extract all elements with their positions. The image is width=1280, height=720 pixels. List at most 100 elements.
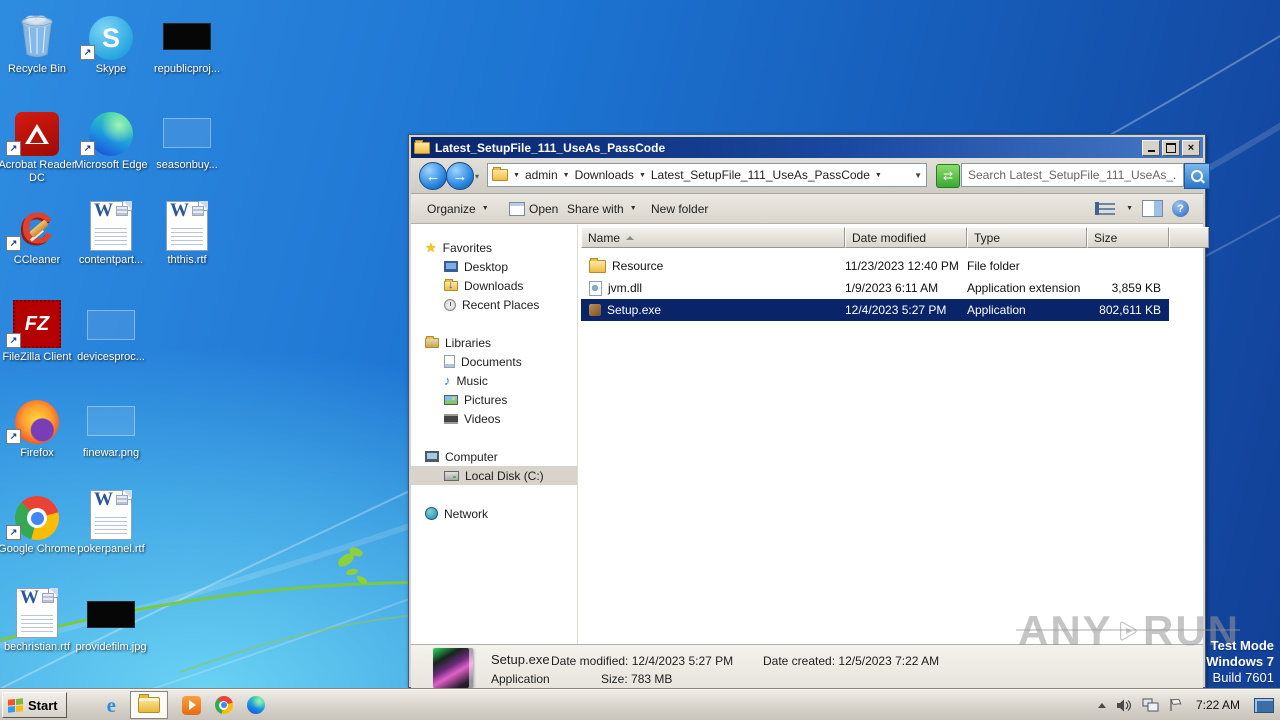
taskbar-edge-icon[interactable] (247, 696, 265, 714)
refresh-button[interactable]: ⇄ (936, 164, 960, 188)
desktop-icon-seasonbuy[interactable]: seasonbuy... (148, 104, 226, 172)
file-row-resource[interactable]: Resource 11/23/2023 12:40 PM File folder (581, 255, 1169, 277)
file-size: 3,859 KB (1087, 281, 1169, 295)
new-folder-button[interactable]: New folder (645, 194, 714, 223)
nav-label: Favorites (443, 241, 492, 255)
desktop-icon-recycle-bin[interactable]: Recycle Bin (0, 8, 76, 76)
nav-desktop[interactable]: Desktop (444, 257, 508, 276)
taskbar-media-player-icon[interactable] (182, 696, 201, 715)
share-with-label: Share with (567, 202, 624, 216)
history-dropdown-icon[interactable]: ▾ (475, 172, 479, 181)
share-with-button[interactable]: Share with ▼ (561, 194, 643, 223)
maximize-button[interactable] (1162, 140, 1180, 156)
organize-button[interactable]: Organize ▼ (421, 194, 495, 223)
details-pane: Setup.exe Date modified: 12/4/2023 5:27 … (411, 644, 1203, 691)
start-button[interactable]: Start (2, 692, 67, 718)
taskbar-clock[interactable]: 7:22 AM (1196, 698, 1240, 712)
desktop-icon-label: pokerpanel.rtf (72, 543, 150, 556)
explorer-window: Latest_SetupFile_111_UseAs_PassCode × ← … (408, 134, 1206, 688)
nav-pictures[interactable]: Pictures (444, 390, 507, 409)
desktop-icon-pokerpanel[interactable]: W pokerpanel.rtf (72, 488, 150, 556)
desktop-icon-acrobat[interactable]: ↗ Acrobat Reader DC (0, 104, 76, 185)
chevron-down-icon[interactable]: ▼ (513, 172, 520, 179)
help-icon[interactable]: ? (1172, 200, 1189, 217)
file-row-setup-exe[interactable]: Setup.exe 12/4/2023 5:27 PM Application … (581, 299, 1169, 321)
taskbar-internet-explorer-icon[interactable]: e (107, 693, 116, 718)
search-input[interactable] (962, 168, 1183, 182)
window-titlebar[interactable]: Latest_SetupFile_111_UseAs_PassCode × (411, 137, 1203, 158)
taskbar-explorer-button-active[interactable] (130, 691, 168, 719)
network-icon (425, 507, 438, 520)
skype-icon: S (89, 16, 133, 60)
chevron-down-icon[interactable]: ▼ (563, 172, 570, 179)
nav-videos[interactable]: Videos (444, 409, 500, 428)
show-desktop-button[interactable] (1254, 698, 1274, 713)
desktop-icon (444, 261, 458, 272)
forward-button[interactable]: → (446, 162, 474, 190)
preview-pane-icon[interactable] (1142, 200, 1163, 217)
file-name: jvm.dll (608, 281, 642, 295)
change-view-icon[interactable] (1095, 202, 1115, 215)
show-hidden-icons-icon[interactable] (1098, 703, 1106, 708)
desktop-icon-finewar[interactable]: finewar.png (72, 392, 150, 460)
taskbar-chrome-icon[interactable] (215, 696, 233, 714)
address-bar: ← → ▾ ▼ admin ▼ Downloads ▼ Latest_Setup… (411, 158, 1203, 194)
nav-favorites[interactable]: ★ Favorites (425, 238, 492, 257)
open-button[interactable]: Open (503, 194, 564, 223)
star-icon: ★ (425, 240, 437, 256)
action-center-flag-icon[interactable] (1169, 698, 1182, 712)
nav-music[interactable]: ♪Music (444, 371, 488, 390)
desktop-icon-providefilm[interactable]: providefilm.jpg (72, 586, 150, 654)
desktop-icon-filezilla[interactable]: FZ ↗ FileZilla Client (0, 296, 76, 364)
chevron-down-icon[interactable]: ▼ (875, 172, 882, 179)
desktop-icon-label: Recycle Bin (0, 63, 76, 76)
desktop-icon-ththis[interactable]: W ththis.rtf (148, 199, 226, 267)
close-button[interactable]: × (1182, 140, 1200, 156)
column-header-name[interactable]: Name (581, 227, 845, 248)
nav-downloads[interactable]: Downloads (444, 276, 523, 295)
shortcut-arrow-icon: ↗ (6, 236, 21, 251)
column-header-type[interactable]: Type (967, 227, 1087, 248)
nav-label: Recent Places (462, 298, 539, 312)
details-date-created: Date created: 12/5/2023 7:22 AM (763, 654, 939, 668)
column-header-blank[interactable] (1169, 227, 1209, 248)
breadcrumb-segment-admin[interactable]: admin (525, 168, 558, 182)
chevron-down-icon[interactable]: ▼ (639, 172, 646, 179)
acrobat-icon (15, 112, 59, 156)
file-row-jvm-dll[interactable]: jvm.dll 1/9/2023 6:11 AM Application ext… (581, 277, 1169, 299)
volume-icon[interactable] (1116, 699, 1132, 712)
image-thumbnail-icon (87, 310, 135, 340)
desktop-icon-contentpart[interactable]: W contentpart... (72, 199, 150, 267)
network-icon[interactable] (1142, 698, 1159, 712)
views-dropdown-icon[interactable]: ▼ (1126, 205, 1133, 212)
breadcrumb[interactable]: ▼ admin ▼ Downloads ▼ Latest_SetupFile_1… (487, 163, 927, 187)
desktop-icon-bechristian[interactable]: W bechristian.rtf (0, 586, 76, 654)
breadcrumb-segment-current[interactable]: Latest_SetupFile_111_UseAs_PassCode (651, 168, 870, 182)
desktop-icon-firefox[interactable]: ↗ Firefox (0, 392, 76, 460)
back-button[interactable]: ← (419, 162, 447, 190)
nav-computer[interactable]: Computer (425, 447, 498, 466)
desktop-icon-republicproj[interactable]: republicproj... (148, 8, 226, 76)
desktop-icon-devicesproc[interactable]: devicesproc... (72, 296, 150, 364)
date-created-value: 12/5/2023 7:22 AM (838, 654, 939, 668)
column-header-date-modified[interactable]: Date modified (845, 227, 967, 248)
search-button[interactable] (1184, 163, 1210, 189)
breadcrumb-dropdown-icon[interactable]: ▼ (914, 171, 922, 180)
minimize-button[interactable] (1142, 140, 1160, 156)
nav-network[interactable]: Network (425, 504, 488, 523)
desktop-icon-skype[interactable]: S ↗ Skype (72, 8, 150, 76)
desktop-icon-label: devicesproc... (72, 351, 150, 364)
nav-libraries[interactable]: Libraries (425, 333, 491, 352)
search-box[interactable] (961, 163, 1184, 187)
word-document-icon: W (90, 490, 132, 540)
desktop-icon-chrome[interactable]: ↗ Google Chrome (0, 488, 76, 556)
nav-recent-places[interactable]: Recent Places (444, 295, 539, 314)
desktop-icon-edge[interactable]: ↗ Microsoft Edge (72, 104, 150, 172)
breadcrumb-segment-downloads[interactable]: Downloads (575, 168, 634, 182)
nav-documents[interactable]: Documents (444, 352, 522, 371)
desktop-icon-ccleaner[interactable]: C ↗ CCleaner (0, 199, 76, 267)
shortcut-arrow-icon: ↗ (6, 429, 21, 444)
window-title: Latest_SetupFile_111_UseAs_PassCode (435, 141, 1142, 155)
column-header-size[interactable]: Size (1087, 227, 1169, 248)
nav-local-disk-c[interactable]: Local Disk (C:) (444, 466, 544, 485)
